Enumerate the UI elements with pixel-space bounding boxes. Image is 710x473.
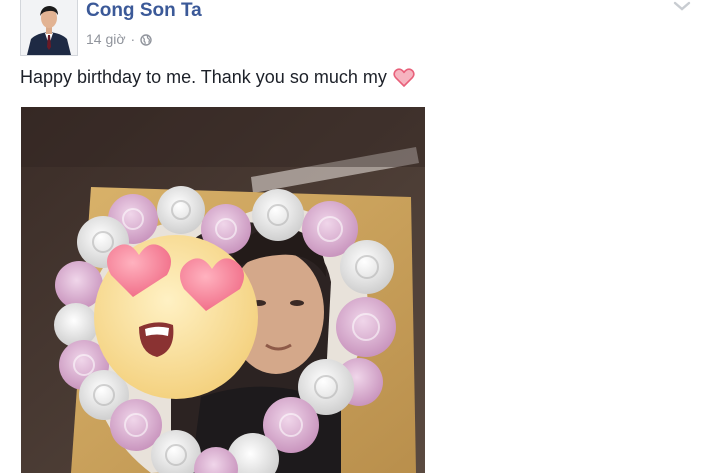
- globe-icon[interactable]: [140, 33, 152, 46]
- timestamp-link[interactable]: 14 giờ: [86, 31, 126, 47]
- avatar[interactable]: [20, 0, 78, 56]
- post-message: Happy birthday to me. Thank you so much …: [20, 67, 387, 87]
- facebook-post: Cong Son Ta 14 giờ · Happy birthday to m…: [0, 0, 710, 473]
- author-name[interactable]: Cong Son Ta: [86, 0, 202, 22]
- post-text: Happy birthday to me. Thank you so much …: [20, 67, 415, 88]
- heart-eyes-emoji-sticker: [94, 235, 258, 399]
- meta-separator: ·: [130, 31, 136, 47]
- chevron-down-icon[interactable]: [672, 0, 692, 14]
- heart-icon: [393, 67, 415, 88]
- post-meta: 14 giờ ·: [86, 31, 152, 47]
- post-photo[interactable]: [21, 107, 425, 473]
